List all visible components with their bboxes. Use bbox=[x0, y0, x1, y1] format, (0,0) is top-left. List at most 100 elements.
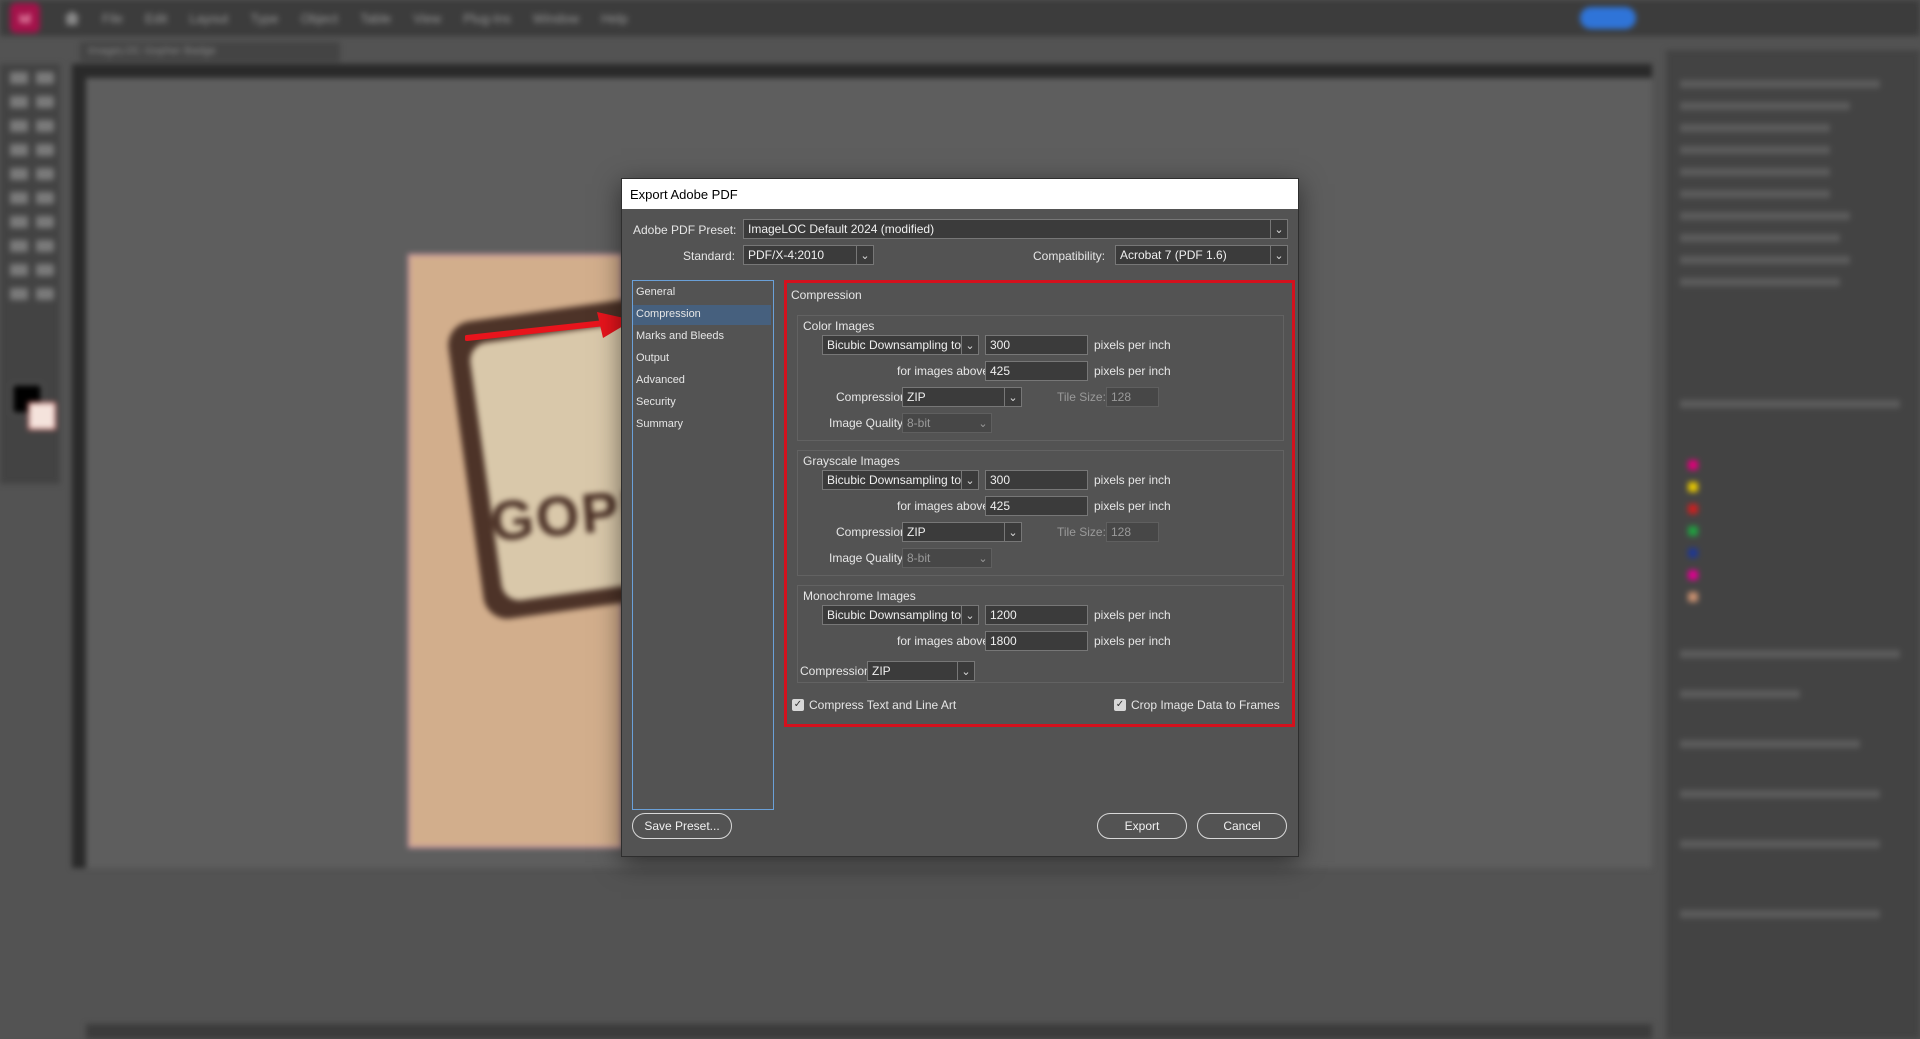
color-downsampling-select[interactable]: Bicubic Downsampling to ⌄ bbox=[822, 335, 979, 355]
layer-row[interactable] bbox=[1680, 278, 1840, 286]
swatch-chip[interactable] bbox=[1688, 570, 1698, 580]
export-button[interactable]: Export bbox=[1097, 813, 1187, 839]
color-tile-input[interactable]: 128 bbox=[1106, 387, 1159, 407]
chevron-down-icon: ⌄ bbox=[961, 336, 978, 354]
properties-row bbox=[1680, 690, 1800, 698]
selection-tool-icon[interactable] bbox=[10, 72, 28, 84]
color-above-label: for images above: bbox=[897, 364, 993, 378]
frame-tool-icon[interactable] bbox=[10, 192, 28, 204]
monochrome-downsampling-select[interactable]: Bicubic Downsampling to ⌄ bbox=[822, 605, 979, 625]
type-tool-icon[interactable] bbox=[10, 144, 28, 156]
monochrome-above-input[interactable]: 1800 bbox=[985, 631, 1088, 651]
gap-tool-icon[interactable] bbox=[36, 96, 54, 108]
page-tool-icon[interactable] bbox=[10, 96, 28, 108]
color-quality-select[interactable]: 8-bit ⌄ bbox=[902, 413, 992, 433]
menu-table[interactable]: Table bbox=[360, 11, 391, 26]
compress-text-checkbox[interactable]: ✓ bbox=[792, 699, 804, 711]
horizontal-ruler bbox=[72, 64, 1652, 78]
nav-item-output[interactable]: Output bbox=[633, 349, 771, 369]
grayscale-compression-select[interactable]: ZIP ⌄ bbox=[902, 522, 1022, 542]
nav-item-marks-and-bleeds[interactable]: Marks and Bleeds bbox=[633, 327, 771, 347]
monochrome-compression-value: ZIP bbox=[872, 664, 891, 678]
color-tile-label: Tile Size: bbox=[1057, 390, 1106, 404]
gradient-tool-icon[interactable] bbox=[10, 240, 28, 252]
nav-item-compression[interactable]: Compression bbox=[633, 305, 771, 325]
rectangle-tool-icon[interactable] bbox=[36, 192, 54, 204]
standard-select[interactable]: PDF/X-4:2010 ⌄ bbox=[743, 245, 874, 265]
menu-plugins[interactable]: Plug-Ins bbox=[463, 11, 511, 26]
color-ppi-input[interactable]: 300 bbox=[985, 335, 1088, 355]
transform-tool-icon[interactable] bbox=[36, 216, 54, 228]
nav-item-general[interactable]: General bbox=[633, 283, 771, 303]
swatch-chip[interactable] bbox=[1688, 526, 1698, 536]
color-compression-label: Compression: bbox=[836, 390, 911, 404]
chevron-down-icon: ⌄ bbox=[961, 606, 978, 624]
note-tool-icon[interactable] bbox=[36, 240, 54, 252]
menu-edit[interactable]: Edit bbox=[145, 11, 167, 26]
monochrome-compression-select[interactable]: ZIP ⌄ bbox=[867, 661, 975, 681]
layer-row[interactable] bbox=[1680, 168, 1830, 176]
save-preset-button[interactable]: Save Preset... bbox=[632, 813, 732, 839]
layer-row[interactable] bbox=[1680, 190, 1830, 198]
layer-row[interactable] bbox=[1680, 102, 1850, 110]
properties-row bbox=[1680, 740, 1860, 748]
measure-tool-icon[interactable] bbox=[36, 264, 54, 276]
pencil-tool-icon[interactable] bbox=[36, 168, 54, 180]
swatch-chip[interactable] bbox=[1688, 460, 1698, 470]
tools-panel bbox=[0, 64, 60, 484]
grayscale-downsampling-select[interactable]: Bicubic Downsampling to ⌄ bbox=[822, 470, 979, 490]
stroke-swatch[interactable] bbox=[28, 402, 56, 430]
swatch-chip[interactable] bbox=[1688, 482, 1698, 492]
swatch-chip[interactable] bbox=[1688, 548, 1698, 558]
zoom-tool-icon[interactable] bbox=[36, 288, 54, 300]
monochrome-ppi-input[interactable]: 1200 bbox=[985, 605, 1088, 625]
menu-layout[interactable]: Layout bbox=[189, 11, 228, 26]
grayscale-tile-input[interactable]: 128 bbox=[1106, 522, 1159, 542]
nav-item-summary[interactable]: Summary bbox=[633, 415, 771, 435]
crop-image-checkbox[interactable]: ✓ bbox=[1114, 699, 1126, 711]
layer-row[interactable] bbox=[1680, 124, 1830, 132]
grayscale-compression-label: Compression: bbox=[836, 525, 911, 539]
document-tab[interactable]: ImageLOC Gopher Badge bbox=[80, 42, 340, 62]
chevron-down-icon: ⌄ bbox=[975, 414, 991, 432]
layer-row[interactable] bbox=[1680, 256, 1850, 264]
compatibility-select[interactable]: Acrobat 7 (PDF 1.6) ⌄ bbox=[1115, 245, 1288, 265]
home-icon[interactable] bbox=[64, 11, 80, 25]
direct-selection-tool-icon[interactable] bbox=[36, 72, 54, 84]
properties-row bbox=[1680, 840, 1880, 848]
grayscale-quality-select[interactable]: 8-bit ⌄ bbox=[902, 548, 992, 568]
cancel-button[interactable]: Cancel bbox=[1197, 813, 1287, 839]
line-tool-icon[interactable] bbox=[36, 144, 54, 156]
grayscale-above-input[interactable]: 425 bbox=[985, 496, 1088, 516]
layer-row[interactable] bbox=[1680, 234, 1840, 242]
section-title: Compression bbox=[791, 288, 862, 302]
preset-select[interactable]: ImageLOC Default 2024 (modified) ⌄ bbox=[743, 219, 1288, 239]
menu-type[interactable]: Type bbox=[250, 11, 278, 26]
menu-file[interactable]: File bbox=[102, 11, 123, 26]
menu-window[interactable]: Window bbox=[533, 11, 579, 26]
nav-item-security[interactable]: Security bbox=[633, 393, 771, 413]
menu-view[interactable]: View bbox=[413, 11, 441, 26]
standard-label: Standard: bbox=[683, 249, 736, 263]
chevron-down-icon: ⌄ bbox=[1004, 388, 1021, 406]
swatch-chip[interactable] bbox=[1688, 504, 1698, 514]
compatibility-value: Acrobat 7 (PDF 1.6) bbox=[1120, 248, 1227, 262]
layer-row[interactable] bbox=[1680, 80, 1880, 88]
scissors-tool-icon[interactable] bbox=[10, 216, 28, 228]
content-collector-icon[interactable] bbox=[10, 120, 28, 132]
content-placer-icon[interactable] bbox=[36, 120, 54, 132]
grayscale-ppi-input[interactable]: 300 bbox=[985, 470, 1088, 490]
pen-tool-icon[interactable] bbox=[10, 168, 28, 180]
swatch-chip[interactable] bbox=[1688, 592, 1698, 602]
layer-row[interactable] bbox=[1680, 212, 1850, 220]
color-above-input[interactable]: 425 bbox=[985, 361, 1088, 381]
eyedropper-tool-icon[interactable] bbox=[10, 264, 28, 276]
menu-object[interactable]: Object bbox=[301, 11, 339, 26]
share-button[interactable] bbox=[1580, 7, 1636, 29]
layer-row[interactable] bbox=[1680, 146, 1830, 154]
menu-help[interactable]: Help bbox=[601, 11, 628, 26]
color-compression-select[interactable]: ZIP ⌄ bbox=[902, 387, 1022, 407]
nav-item-advanced[interactable]: Advanced bbox=[633, 371, 771, 391]
hand-tool-icon[interactable] bbox=[10, 288, 28, 300]
color-downsampling-value: Bicubic Downsampling to bbox=[827, 338, 962, 352]
